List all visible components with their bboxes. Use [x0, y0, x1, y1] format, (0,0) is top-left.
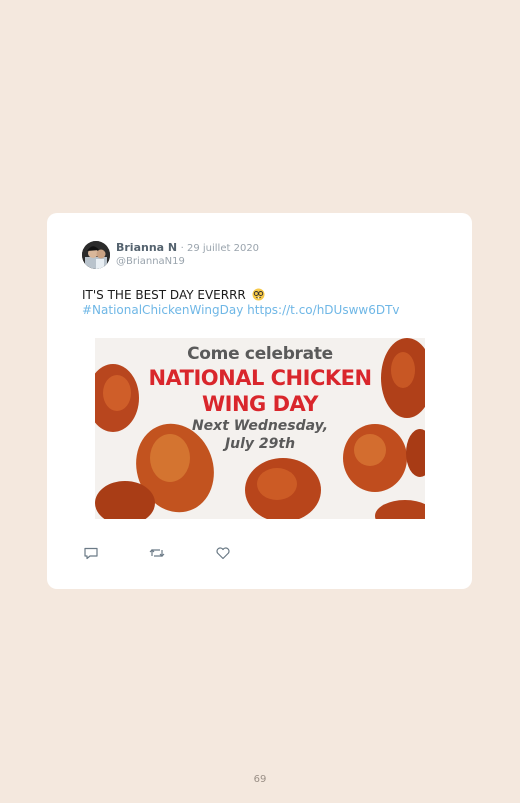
tweet-media-image[interactable]: Come celebrate NATIONAL CHICKEN WING DAY…	[95, 338, 425, 519]
media-line-2: NATIONAL CHICKEN	[148, 366, 372, 390]
media-headline: Come celebrate NATIONAL CHICKEN WING DAY…	[95, 343, 425, 453]
retweet-icon[interactable]	[149, 545, 165, 561]
heart-icon[interactable]	[215, 545, 231, 561]
tweet-text-body: IT'S THE BEST DAY EVERRR	[82, 288, 246, 302]
page-number: 69	[253, 774, 267, 785]
url-link[interactable]: https://t.co/hDUsww6DTv	[247, 303, 399, 317]
author-line: Brianna N · 29 juillet 2020	[116, 241, 259, 256]
media-line-3: WING DAY	[202, 392, 318, 416]
nerd-face-icon	[252, 288, 265, 301]
tweet-text: IT'S THE BEST DAY EVERRR	[82, 288, 442, 303]
tweet-links: #NationalChickenWingDay https://t.co/hDU…	[82, 303, 400, 318]
media-line-5: July 29th	[224, 436, 296, 452]
media-line-4: Next Wednesday,	[191, 418, 329, 434]
tweet-card: Brianna N · 29 juillet 2020 @BriannaN19 …	[47, 213, 472, 589]
hashtag-link[interactable]: #NationalChickenWingDay	[82, 303, 243, 317]
reply-icon[interactable]	[83, 545, 99, 561]
media-line-1: Come celebrate	[187, 344, 333, 364]
author-name[interactable]: Brianna N	[116, 241, 177, 254]
avatar[interactable]	[82, 241, 110, 269]
author-handle[interactable]: @BriannaN19	[116, 255, 185, 268]
tweet-date[interactable]: · 29 juillet 2020	[181, 243, 259, 254]
